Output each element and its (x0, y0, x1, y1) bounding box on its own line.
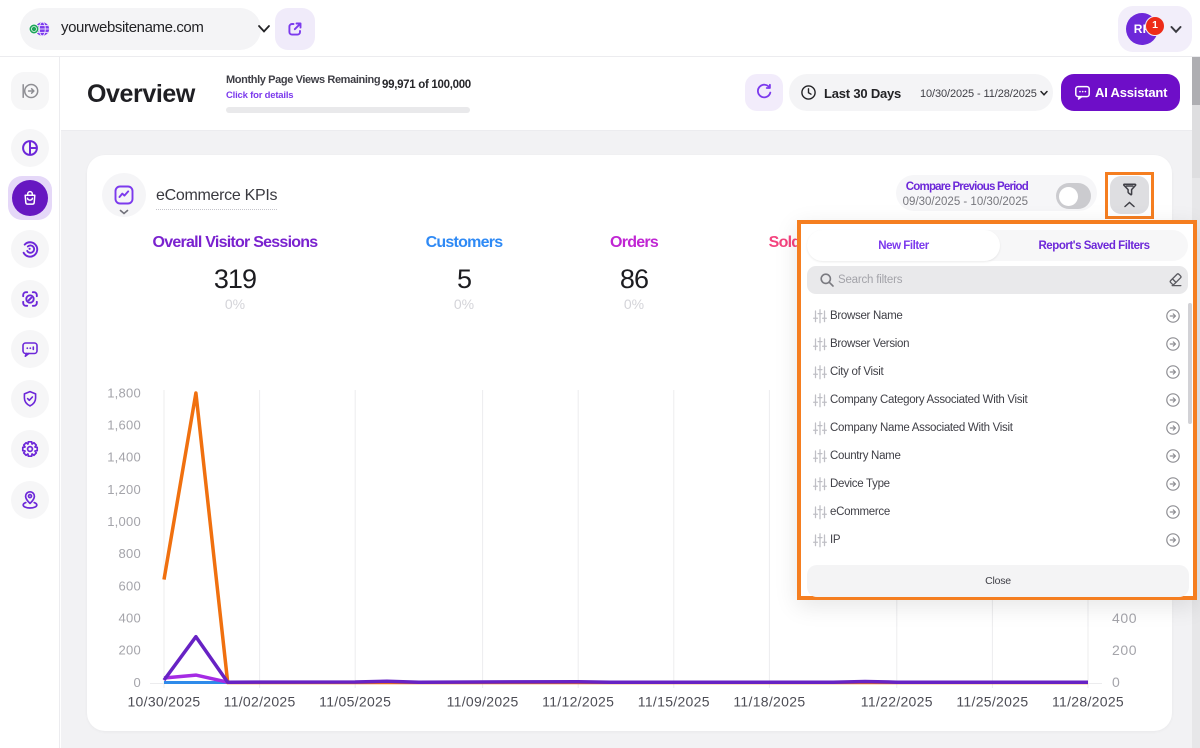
svg-text:1,400: 1,400 (107, 450, 141, 465)
svg-text:11/22/2025: 11/22/2025 (861, 694, 933, 710)
svg-text:1,200: 1,200 (107, 482, 141, 497)
svg-text:1,600: 1,600 (107, 418, 141, 433)
svg-text:11/25/2025: 11/25/2025 (956, 694, 1028, 710)
svg-text:200: 200 (119, 643, 141, 658)
svg-text:11/28/2025: 11/28/2025 (1052, 694, 1124, 710)
svg-text:1,000: 1,000 (107, 514, 141, 529)
svg-text:800: 800 (119, 546, 141, 561)
svg-text:0: 0 (134, 675, 141, 690)
svg-text:1,800: 1,800 (107, 385, 141, 400)
svg-text:400: 400 (1112, 610, 1137, 626)
svg-text:11/02/2025: 11/02/2025 (224, 694, 296, 710)
svg-text:200: 200 (1112, 642, 1137, 658)
svg-text:11/18/2025: 11/18/2025 (733, 694, 805, 710)
svg-text:400: 400 (119, 611, 141, 626)
svg-text:11/09/2025: 11/09/2025 (447, 694, 519, 710)
svg-text:11/15/2025: 11/15/2025 (638, 694, 710, 710)
svg-text:0: 0 (1112, 674, 1120, 690)
svg-text:11/05/2025: 11/05/2025 (319, 694, 391, 710)
svg-text:600: 600 (119, 578, 141, 593)
svg-text:10/30/2025: 10/30/2025 (127, 694, 200, 710)
svg-text:11/12/2025: 11/12/2025 (542, 694, 614, 710)
